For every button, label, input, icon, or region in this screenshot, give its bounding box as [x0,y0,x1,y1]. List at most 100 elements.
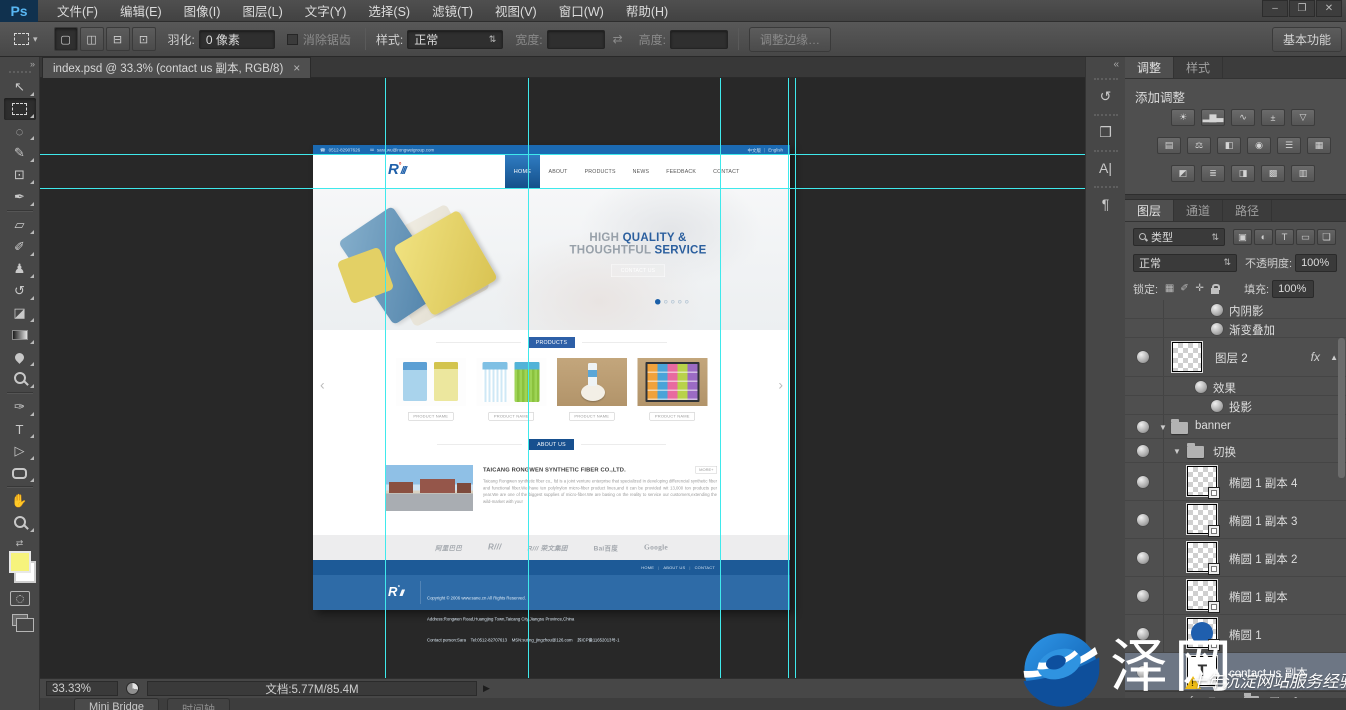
gradient-tool-icon[interactable] [4,324,36,346]
minimize-button[interactable]: – [1262,0,1288,17]
layer-thumbnail[interactable] [1187,504,1217,534]
threshold-icon[interactable]: ◨ [1231,165,1255,182]
vibrance-icon[interactable]: ▽ [1291,109,1315,126]
guide-vertical[interactable] [528,78,529,678]
visibility-eye-icon[interactable] [1137,628,1149,640]
lock-transparency-icon[interactable]: ▦ [1162,281,1177,296]
toolbar-expand-icon[interactable]: » [30,59,35,69]
menu-view[interactable]: 视图(V) [486,0,546,22]
layer-effect-row[interactable]: 投影 [1125,396,1346,415]
visibility-eye-icon[interactable] [1137,514,1149,526]
layer-thumbnail[interactable]: T [1187,656,1217,686]
product-card[interactable]: PRODUCT NAME [557,358,627,421]
chevron-up-icon[interactable]: ▲ [1330,353,1338,362]
screen-mode-button[interactable] [12,614,28,626]
partner-alibaba[interactable]: 阿里巴巴 [435,543,462,553]
close-button[interactable]: ✕ [1316,0,1342,17]
tab-paths[interactable]: 路径 [1223,200,1272,221]
properties-panel-icon[interactable]: ❒ [1093,120,1119,144]
status-arrow-icon[interactable]: ▶ [483,683,490,694]
restore-button[interactable]: ❐ [1289,0,1315,17]
rectangular-marquee-tool-icon[interactable] [4,98,36,120]
panel-grip[interactable] [1094,114,1118,116]
site-nav-products[interactable]: PRODUCTS [576,155,624,188]
layer-row[interactable]: 椭圆 1 副本 [1125,577,1346,615]
partner-rongwei[interactable]: R/// [488,543,501,552]
tab-timeline[interactable]: 时间轴 [167,698,230,710]
product-card[interactable]: PRODUCT NAME [476,358,546,421]
tab-close-icon[interactable]: × [293,61,300,75]
brightness-contrast-icon[interactable]: ☀ [1171,109,1195,126]
guide-vertical[interactable] [385,78,386,678]
tab-adjustments[interactable]: 调整 [1125,57,1174,78]
layer-row[interactable]: 图层 2 fx ▲ [1125,338,1346,377]
dodge-tool-icon[interactable] [4,368,36,390]
layer-effect-row[interactable]: 渐变叠加 [1125,319,1346,338]
layer-thumbnail[interactable] [1187,618,1217,648]
swap-dimensions-icon[interactable]: ⇄ [613,32,623,46]
lock-all-icon[interactable] [1207,281,1222,296]
crop-tool-icon[interactable]: ⊡ [4,164,36,186]
visibility-eye-icon[interactable] [1137,552,1149,564]
product-name-button[interactable]: PRODUCT NAME [649,412,695,421]
levels-icon[interactable]: ▂▆▃ [1201,109,1225,126]
lock-paint-icon[interactable]: ✐ [1177,281,1192,296]
black-white-icon[interactable]: ◧ [1217,137,1241,154]
menu-file[interactable]: 文件(F) [48,0,107,22]
quick-selection-tool-icon[interactable]: ✎ [4,142,36,164]
visibility-eye-icon[interactable] [1211,323,1223,335]
banner-contact-button[interactable]: CONTACT US [611,264,665,277]
site-nav-contact[interactable]: CONTACT [705,155,748,188]
menu-layer[interactable]: 图层(L) [233,0,291,22]
zoom-level-input[interactable]: 33.33% [46,681,118,696]
visibility-eye-icon[interactable] [1195,381,1207,393]
layers-scrollbar[interactable] [1338,338,1345,478]
height-input[interactable] [670,30,728,49]
product-name-button[interactable]: PRODUCT NAME [408,412,454,421]
visibility-eye-icon[interactable] [1137,421,1149,433]
type-tool-icon[interactable]: T [4,418,36,440]
eraser-tool-icon[interactable]: ◪ [4,302,36,324]
style-select[interactable]: 正常 ⇅ [407,30,503,49]
tab-styles[interactable]: 样式 [1174,57,1223,78]
visibility-eye-icon[interactable] [1137,445,1149,457]
menu-filter[interactable]: 滤镜(T) [423,0,482,22]
partner-rongwen-group[interactable]: R/// 荣文集团 [527,543,567,553]
panel-grip[interactable] [1094,186,1118,188]
carousel-dot[interactable] [671,300,675,304]
posterize-icon[interactable]: ≣ [1201,165,1225,182]
invert-icon[interactable]: ◩ [1171,165,1195,182]
effects-header-row[interactable]: 效果 [1125,377,1346,396]
history-panel-icon[interactable]: ↺ [1093,84,1119,108]
color-balance-icon[interactable]: ⚖ [1187,137,1211,154]
filter-smart-objects-icon[interactable]: ❏ [1317,229,1336,245]
product-card[interactable]: PRODUCT NAME [637,358,707,421]
color-lookup-icon[interactable]: ▦ [1307,137,1331,154]
guide-horizontal[interactable] [40,188,1085,189]
menu-image[interactable]: 图像(I) [175,0,230,22]
channel-mixer-icon[interactable]: ☰ [1277,137,1301,154]
layer-filter-select[interactable]: 类型 ⇅ [1133,228,1225,246]
filter-pixel-layers-icon[interactable]: ▣ [1233,229,1252,245]
width-input[interactable] [547,30,605,49]
carousel-dot[interactable] [685,300,689,304]
visibility-eye-icon[interactable] [1211,400,1223,412]
filter-shape-layers-icon[interactable]: ▭ [1296,229,1315,245]
rounded-rectangle-tool-icon[interactable] [4,462,36,484]
clone-stamp-tool-icon[interactable]: ♟ [4,258,36,280]
chevron-down-icon[interactable]: ▼ [1159,423,1167,432]
hand-tool-icon[interactable]: ✋ [4,490,36,512]
new-selection-button[interactable]: ▢ [54,27,78,51]
site-nav-feedback[interactable]: FEEDBACK [658,155,705,188]
layer-thumbnail[interactable] [1187,542,1217,572]
group-row[interactable]: ▼ 切换 [1125,439,1346,463]
foreground-color-swatch[interactable] [9,551,31,573]
intersect-selection-button[interactable]: ⊡ [132,27,156,51]
layer-thumbnail[interactable] [1187,466,1217,496]
toolbar-grip[interactable] [9,71,31,73]
layer-row[interactable]: 椭圆 1 副本 2 [1125,539,1346,577]
partner-baidu[interactable]: Bai百度 [594,543,618,553]
visibility-eye-icon[interactable] [1137,666,1149,678]
opacity-input[interactable]: 100% [1295,254,1337,272]
selected-layer-row[interactable]: T contact us 副本 [1125,653,1346,691]
